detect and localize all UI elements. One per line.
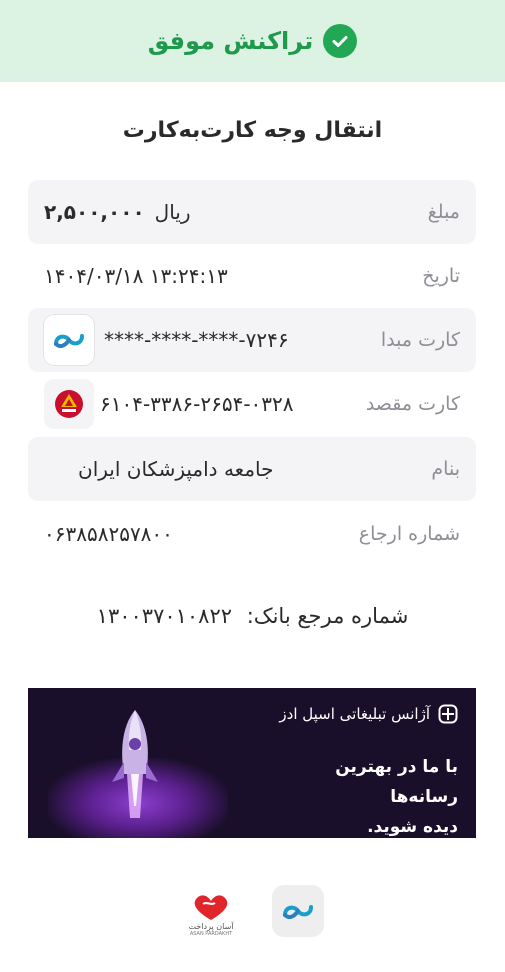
bank-reference: شماره مرجع بانک: ۱۳۰۰۳۷۰۱۰۸۲۲ <box>0 604 505 628</box>
amount-value: ۲,۵۰۰,۰۰۰ <box>44 200 145 224</box>
name-value: جامعه دامپزشکان ایران <box>78 457 274 481</box>
check-circle-icon <box>323 24 358 58</box>
ad-agency: آژانس تبلیغاتی اسپل ادز <box>279 704 458 724</box>
source-card-row: کارت مبدا ****-****-****-۷۲۴۶ <box>28 308 476 372</box>
success-banner: تراکنش موفق <box>0 0 505 82</box>
rocket-icon <box>112 710 158 818</box>
date-label: تاریخ <box>422 265 460 287</box>
date-value: ۱۴۰۴/۰۳/۱۸ ۱۳:۲۴:۱۳ <box>44 264 228 288</box>
source-card-number: ****-****-****-۷۲۴۶ <box>104 328 289 352</box>
app-logo-icon <box>283 905 313 920</box>
ref-label: شماره ارجاع <box>358 523 460 545</box>
ref-row: شماره ارجاع ۰۶۳۸۵۸۲۵۷۸۰۰ <box>28 502 476 566</box>
asan-pardakht-heart-icon <box>194 894 228 920</box>
dest-card-number: ۶۱۰۴-۳۳۸۶-۲۶۵۴-۰۳۲۸ <box>100 392 294 416</box>
bank-ref-label: شماره مرجع بانک: <box>246 604 409 628</box>
ad-tagline-line2: دیده شوید. <box>367 817 458 837</box>
ad-agency-name: آژانس تبلیغاتی اسپل ادز <box>279 705 430 723</box>
name-label: بنام <box>431 458 460 480</box>
source-card-label: کارت مبدا <box>380 329 460 351</box>
ad-banner[interactable]: آژانس تبلیغاتی اسپل ادز با ما در بهترین … <box>28 688 476 838</box>
amount-row: مبلغ ریال ۲,۵۰۰,۰۰۰ <box>28 180 476 244</box>
dest-card-row: کارت مقصد ۶۱۰۴-۳۳۸۶-۲۶۵۴-۰۳۲۸ <box>28 372 476 436</box>
asan-pardakht-brand: آسان پرداخت ASAN PARDAKHT <box>176 884 246 944</box>
amount-unit: ریال <box>154 200 191 224</box>
ad-tagline-line1: با ما در بهترین رسانه‌ها <box>335 757 458 807</box>
asan-pardakht-logo-icon <box>44 315 94 365</box>
bank-mellat-logo-icon <box>44 379 94 429</box>
page-title: انتقال وجه کارت‌به‌کارت <box>122 118 383 143</box>
asan-pardakht-subtext: ASAN PARDAKHT <box>189 930 233 937</box>
dest-card-label: کارت مقصد <box>365 393 460 415</box>
name-row: بنام جامعه دامپزشکان ایران <box>28 437 476 501</box>
asan-pardakht-text: آسان پرداخت <box>188 921 234 931</box>
bank-ref-value: ۱۳۰۰۳۷۰۱۰۸۲۲ <box>96 604 233 628</box>
amount-label: مبلغ <box>427 201 460 223</box>
agency-logo-icon <box>438 704 458 724</box>
ad-tagline: با ما در بهترین رسانه‌ها دیده شوید. <box>278 752 458 838</box>
app-logo-button[interactable] <box>272 885 324 937</box>
date-row: تاریخ ۱۴۰۴/۰۳/۱۸ ۱۳:۲۴:۱۳ <box>28 244 476 308</box>
status-text: تراکنش موفق <box>147 27 314 55</box>
ref-value: ۰۶۳۸۵۸۲۵۷۸۰۰ <box>44 522 173 546</box>
